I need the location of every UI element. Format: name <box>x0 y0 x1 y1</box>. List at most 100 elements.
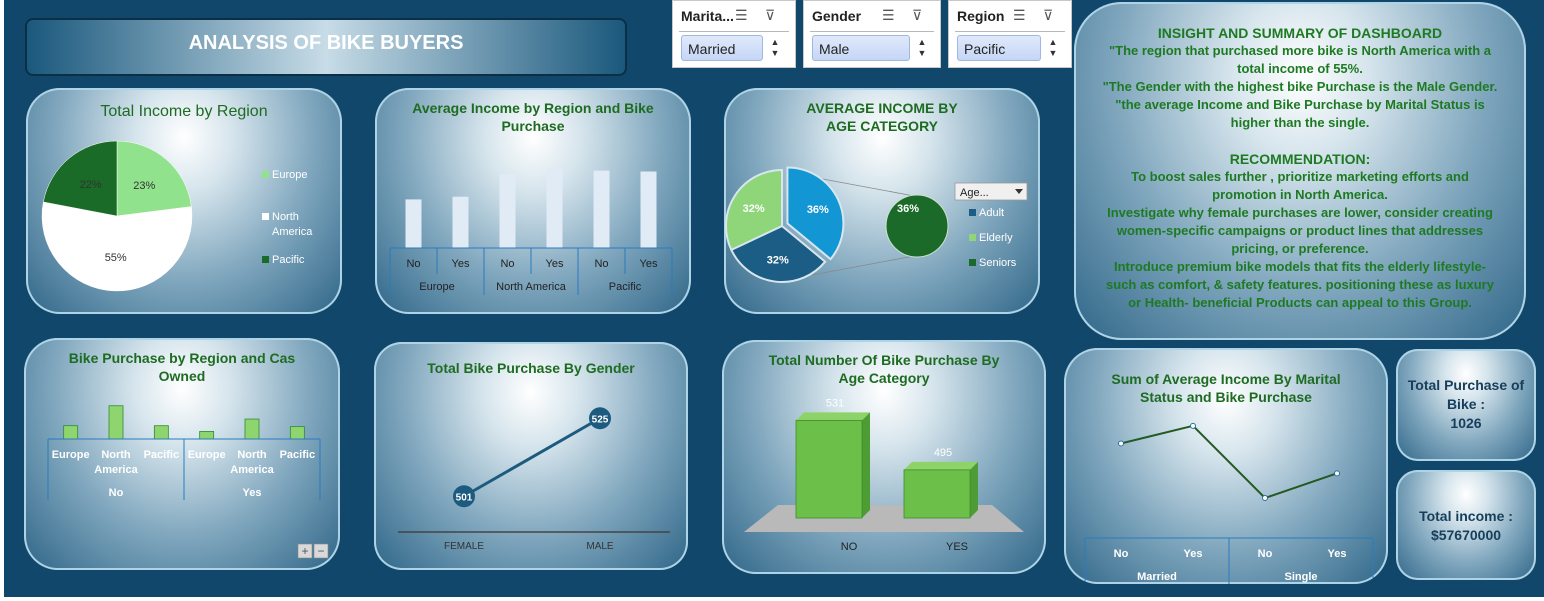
legend-swatch <box>969 234 976 241</box>
slicer-divider <box>810 31 934 32</box>
category-label: NO <box>841 541 858 553</box>
bar <box>199 431 215 440</box>
legend-label: Elderly <box>979 232 1013 244</box>
category-label: Yes <box>546 258 564 270</box>
expand-button-label: + <box>301 544 308 558</box>
category-label: Europe <box>52 449 90 461</box>
insight-line: "The Gender with the highest bike Purcha… <box>1102 79 1498 94</box>
category-label: America <box>230 464 274 476</box>
legend-label: North <box>272 211 299 223</box>
bar <box>546 168 563 248</box>
slicer-header: Marita... <box>681 8 734 24</box>
category-label: No <box>406 258 420 270</box>
kpi-label: Total Purchase of Bike : <box>1407 377 1525 412</box>
group-label: Single <box>1284 571 1317 583</box>
data-label: 55% <box>105 252 127 264</box>
slicer-selected-value[interactable]: Male <box>812 35 910 61</box>
data-label: 23% <box>133 180 155 192</box>
legend-swatch <box>969 259 976 266</box>
group-label: North America <box>496 281 567 293</box>
bar-top <box>796 412 870 421</box>
bar <box>452 196 469 248</box>
scroll-arrows-icon[interactable]: ▲ ▼ <box>1047 37 1059 59</box>
category-label: No <box>594 258 608 270</box>
dashboard: ANALYSIS OF BIKE BUYERS Marita... ☰ ⊽ Ma… <box>4 0 1544 597</box>
category-label: Yes <box>452 258 470 270</box>
title-banner: ANALYSIS OF BIKE BUYERS <box>25 18 627 76</box>
chart-purchase-by-age: Total Number Of Bike Purchase By Age Cat… <box>722 340 1046 574</box>
slicer-divider <box>679 31 789 32</box>
data-label: 32% <box>743 203 765 215</box>
category-label: Pacific <box>144 449 179 461</box>
bar-side <box>862 412 870 518</box>
legend-label: Seniors <box>979 257 1017 269</box>
dashboard-title: ANALYSIS OF BIKE BUYERS <box>188 32 464 54</box>
floor <box>744 505 1024 532</box>
group-label: Yes <box>243 487 262 499</box>
category-label: MALE <box>586 541 614 552</box>
bar <box>640 171 657 248</box>
legend-swatch <box>262 213 269 220</box>
data-point <box>1334 470 1340 477</box>
bar <box>153 425 169 440</box>
bar <box>289 426 305 440</box>
category-label: America <box>94 464 138 476</box>
slicer-header: Gender <box>812 8 862 24</box>
legend-swatch <box>969 209 976 216</box>
bar-top <box>904 461 978 470</box>
chart-purchase-by-gender: Total Bike Purchase By Gender 501 FEMALE 5… <box>374 342 688 570</box>
multi-select-icon[interactable]: ☰ <box>882 7 895 24</box>
data-label: 36% <box>807 204 829 216</box>
multi-select-icon[interactable]: ☰ <box>1013 7 1026 24</box>
bar <box>593 170 610 248</box>
data-point <box>1262 495 1268 501</box>
bar <box>499 174 516 248</box>
chart-avg-income-by-age: AVERAGE INCOME BY AGE CATEGORY 36% 32% 32%… <box>724 88 1040 314</box>
chart-purchase-region-cars: Bike Purchase by Region and Cas Owned Eu… <box>24 338 340 570</box>
kpi-total-purchase: Total Purchase of Bike : 1026 <box>1396 349 1536 461</box>
multi-select-icon[interactable]: ☰ <box>735 7 748 24</box>
data-point <box>1118 440 1124 447</box>
clear-filter-icon[interactable]: ⊽ <box>1043 7 1053 24</box>
bar <box>63 425 79 440</box>
insight-heading: INSIGHT AND SUMMARY OF DASHBOARD <box>1157 25 1443 41</box>
category-label: Yes <box>1328 548 1347 560</box>
age-filter-label: Age... <box>960 187 989 199</box>
kpi-label: Total income : <box>1419 508 1513 524</box>
slicer-gender[interactable]: Gender ☰ ⊽ Male ▲ ▼ <box>803 0 941 68</box>
category-label: YES <box>946 541 968 553</box>
kpi-total-income: Total income : $57670000 <box>1396 470 1536 580</box>
slicer-divider <box>955 31 1065 32</box>
scroll-arrows-icon[interactable]: ▲ ▼ <box>769 37 781 59</box>
slicer-selected-value[interactable]: Pacific <box>957 35 1041 61</box>
category-label: No <box>1258 548 1273 560</box>
group-label: Europe <box>419 281 454 293</box>
bar <box>244 418 260 440</box>
group-label: No <box>109 487 124 499</box>
legend-swatch <box>262 171 269 178</box>
category-label: No <box>500 258 514 270</box>
slicer-selected-value[interactable]: Married <box>681 35 763 61</box>
legend-label: Adult <box>979 207 1004 219</box>
bar <box>108 405 124 440</box>
bar <box>405 199 422 248</box>
slicer-marital-status[interactable]: Marita... ☰ ⊽ Married ▲ ▼ <box>672 0 796 68</box>
clear-filter-icon[interactable]: ⊽ <box>765 7 775 24</box>
slicer-region[interactable]: Region ☰ ⊽ Pacific ▲ ▼ <box>948 0 1072 68</box>
chart-avg-income-region-purchase: Average Income by Region and Bike Purcha… <box>375 88 691 314</box>
kpi-value: $57670000 <box>1430 527 1502 543</box>
recommendation-heading: RECOMMENDATION: <box>1229 151 1371 167</box>
legend-label: Europe <box>272 169 307 181</box>
insight-card: INSIGHT AND SUMMARY OF DASHBOARD "The re… <box>1074 2 1526 340</box>
clear-filter-icon[interactable]: ⊽ <box>912 7 922 24</box>
data-label: 525 <box>592 414 609 425</box>
legend-swatch <box>262 256 269 263</box>
category-label: Europe <box>188 449 226 461</box>
slicer-header: Region <box>957 8 1005 24</box>
group-label: Married <box>1137 571 1177 583</box>
pie-slice <box>116 140 192 217</box>
category-label: FEMALE <box>444 541 484 552</box>
scroll-arrows-icon[interactable]: ▲ ▼ <box>916 37 928 59</box>
group-label: Pacific <box>609 281 642 293</box>
data-label: 32% <box>767 254 789 266</box>
